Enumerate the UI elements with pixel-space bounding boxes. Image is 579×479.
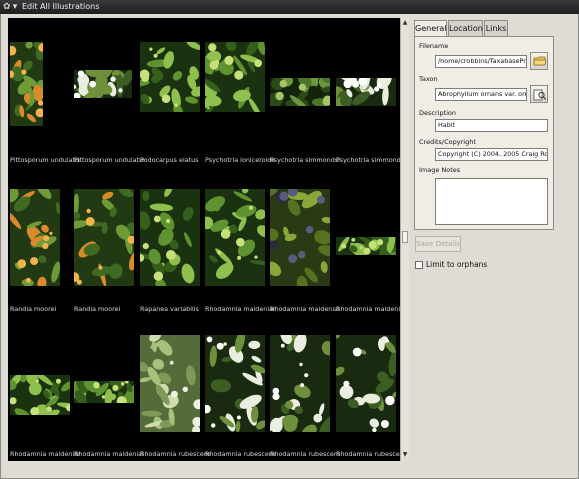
browse-file-button[interactable] — [530, 52, 548, 70]
thumbnail-image[interactable] — [270, 189, 330, 286]
taxon-lookup-button[interactable] — [530, 85, 548, 103]
taxon-label: Taxon — [419, 75, 438, 83]
thumbnail-caption: Randia moorei — [74, 305, 121, 313]
thumbnail-image[interactable] — [10, 375, 70, 415]
tab-general[interactable]: General — [414, 20, 447, 37]
thumbnail-image[interactable] — [270, 78, 330, 106]
save-details-button[interactable]: Save Details — [415, 236, 461, 252]
thumbnail-image[interactable] — [74, 381, 134, 403]
thumbnail-caption: Pittosporum undulatum — [74, 156, 144, 164]
thumbnail-image[interactable] — [74, 70, 132, 98]
title-bar: ✿ Edit All Illustrations ▾ — [0, 0, 579, 14]
filename-field[interactable]: /home/crobbins/TaxabaseProjec — [435, 55, 527, 68]
thumbnail-caption: Rhodamnia rubescens — [205, 450, 275, 458]
thumbnail-caption: Rhodamnia rubescens — [336, 450, 400, 458]
thumbnail-image[interactable] — [205, 42, 265, 112]
credits-field[interactable]: Copyright (C) 2004, 2005 Craig Robbins — [435, 148, 548, 161]
scrollbar-thumb[interactable] — [402, 231, 408, 243]
thumbnail-caption: Podocarpus elatus — [140, 156, 199, 164]
description-label: Description — [419, 109, 457, 117]
thumbnail-caption: Rapanea variabilis — [140, 305, 199, 313]
thumbnail-grid[interactable]: Pittosporum undulatum Pittosporum undulat… — [8, 18, 400, 461]
thumbnail-image[interactable] — [336, 237, 396, 255]
tab-location[interactable]: Location — [448, 20, 483, 36]
thumbnail-caption: Randia moorei — [10, 305, 57, 313]
thumbnail-image[interactable] — [205, 335, 265, 432]
image-notes-label: Image Notes — [419, 166, 461, 174]
tab-general-label: General — [415, 24, 447, 33]
thumbnail-image[interactable] — [336, 335, 396, 432]
image-notes-textarea[interactable] — [435, 178, 548, 225]
thumbnail-image[interactable] — [270, 335, 330, 432]
thumbnail-image[interactable] — [10, 42, 43, 126]
thumbnail-image[interactable] — [336, 78, 396, 106]
thumbnail-image[interactable] — [10, 189, 60, 286]
thumbnail-caption: Psychotria simmondsia — [336, 156, 400, 164]
tab-location-label: Location — [449, 24, 483, 33]
thumbnail-caption: Rhodamnia maidenian — [74, 450, 144, 458]
thumbnail-image[interactable] — [140, 42, 200, 112]
thumbnail-caption: Rhodamnia maidenian — [205, 305, 275, 313]
scroll-down-arrow-icon[interactable]: ▼ — [401, 451, 409, 459]
scroll-up-arrow-icon[interactable]: ▲ — [401, 19, 409, 27]
thumbnail-caption: Rhodamnia maidenian — [270, 305, 340, 313]
thumbnail-image[interactable] — [74, 189, 134, 286]
tab-links-label: Links — [485, 24, 507, 33]
thumbnail-image[interactable] — [140, 189, 200, 286]
thumbnail-caption: Rhodamnia rubescens — [140, 450, 210, 458]
thumbnail-caption: Psychotria loniceroides — [205, 156, 275, 164]
thumbnail-caption: Rhodamnia maidenian — [336, 305, 400, 313]
thumbnail-caption: Pittosporum undulatum — [10, 156, 80, 164]
thumbnail-caption: Psychotria simmondsia — [270, 156, 340, 164]
credits-label: Credits/Copyright — [419, 138, 476, 146]
thumbnail-caption: Rhodamnia rubescens — [270, 450, 340, 458]
limit-to-orphans-checkbox[interactable] — [415, 261, 423, 269]
thumbnail-image[interactable] — [205, 189, 265, 286]
taxon-field[interactable]: Abrophyllum ornans var. ornans — [435, 88, 527, 101]
limit-to-orphans-label: Limit to orphans — [426, 260, 488, 269]
thumbnail-image[interactable] — [140, 335, 200, 432]
menu-icon[interactable]: ▾ — [10, 2, 20, 12]
thumbnail-scrollbar[interactable]: ▲ ▼ — [400, 18, 409, 461]
window-title: Edit All Illustrations — [22, 2, 100, 11]
filename-label: Filename — [419, 42, 449, 50]
thumbnail-caption: Rhodamnia maidenian — [10, 450, 80, 458]
tab-links[interactable]: Links — [484, 20, 508, 36]
description-field[interactable]: Habit — [435, 119, 548, 132]
